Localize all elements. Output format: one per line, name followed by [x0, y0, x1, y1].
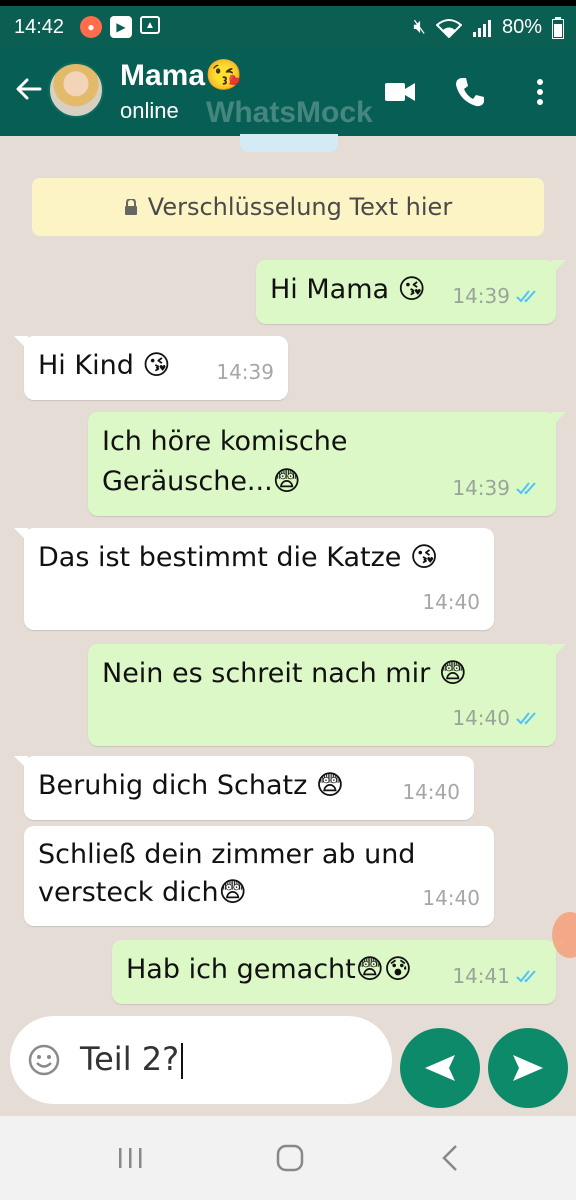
message-time: 14:39 — [452, 284, 510, 308]
message-bubble-incoming[interactable]: Hi Kind 😘 14:39 — [14, 336, 288, 400]
send-button[interactable] — [488, 1028, 568, 1108]
wifi-icon — [435, 18, 462, 38]
message-time: 14:39 — [216, 360, 274, 384]
read-ticks-icon — [516, 712, 536, 725]
battery-icon — [552, 16, 564, 39]
message-bubble-outgoing[interactable]: Nein es schreit nach mir 😨 14:40 — [88, 644, 566, 746]
message-bubble-incoming[interactable]: Beruhig dich Schatz 😨 14:40 — [14, 756, 474, 820]
date-chip — [240, 134, 338, 152]
more-options-icon[interactable] — [522, 74, 558, 110]
android-nav-bar — [0, 1116, 576, 1200]
encryption-notice[interactable]: Verschlüsselung Text hier — [32, 178, 544, 236]
youtube-icon: ▶ — [110, 16, 132, 38]
contact-emoji: 😘 — [205, 59, 243, 92]
message-text: Nein es schreit nach mir 😨 — [102, 658, 467, 689]
message-bubble-incoming[interactable]: Das ist bestimmt die Katze 😘 14:40 — [14, 528, 494, 630]
screen-record-icon: ● — [80, 16, 102, 38]
signal-icon — [472, 19, 491, 37]
message-time: 14:40 — [422, 590, 480, 614]
text-caret — [181, 1043, 184, 1079]
status-bar: 14:42 ● ▶ ▲ 🔇︎ 80% — [0, 0, 576, 50]
chat-area[interactable]: Verschlüsselung Text hier Hi Mama 😘 14:3… — [0, 134, 576, 1016]
contact-avatar[interactable] — [48, 62, 104, 118]
message-time: 14:40 — [402, 780, 460, 804]
gallery-icon: ▲ — [140, 16, 160, 34]
watermark: WhatsMock — [206, 96, 373, 129]
read-ticks-icon — [516, 482, 536, 495]
input-value: Teil 2? — [80, 1040, 180, 1078]
back-nav-icon[interactable] — [434, 1140, 470, 1176]
message-input-bar: Teil 2? — [0, 1012, 576, 1116]
message-bubble-outgoing[interactable]: Hab ich gemacht😨😰 14:41 — [112, 940, 566, 1004]
home-icon[interactable] — [272, 1140, 308, 1176]
message-time: 14:39 — [452, 476, 510, 500]
contact-name-text: Mama — [120, 59, 206, 92]
message-text: Ich höre komische Geräusche...😨 — [102, 426, 348, 497]
message-bubble-incoming[interactable]: Schließ dein zimmer ab und versteck dich… — [24, 826, 494, 926]
message-time: 14:40 — [452, 706, 510, 730]
message-input[interactable]: Teil 2? — [10, 1016, 392, 1104]
read-ticks-icon — [516, 290, 536, 303]
back-arrow-icon[interactable] — [12, 72, 46, 106]
send-left-icon — [425, 1055, 455, 1081]
encryption-text: Verschlüsselung Text hier — [147, 193, 453, 221]
message-text: Das ist bestimmt die Katze 😘 — [38, 542, 439, 573]
message-time: 14:41 — [452, 964, 510, 988]
message-text: Schließ dein zimmer ab und versteck dich… — [38, 839, 416, 908]
send-left-button[interactable] — [400, 1028, 480, 1108]
video-call-icon[interactable] — [382, 74, 418, 110]
status-time: 14:42 — [14, 16, 65, 38]
chat-header: Mama😘 online WhatsMock — [0, 50, 576, 136]
message-time: 14:40 — [422, 886, 480, 910]
contact-status: online — [120, 98, 179, 123]
lock-icon — [124, 199, 137, 215]
read-ticks-icon — [516, 970, 536, 983]
send-icon — [513, 1055, 543, 1081]
battery-text: 80% — [501, 16, 542, 38]
phone-call-icon[interactable] — [452, 74, 488, 110]
message-bubble-outgoing[interactable]: Hi Mama 😘 14:39 — [256, 260, 566, 324]
message-bubble-outgoing[interactable]: Ich höre komische Geräusche...😨 14:39 — [88, 412, 566, 516]
message-text: Beruhig dich Schatz 😨 — [38, 770, 344, 801]
mute-icon: 🔇︎ — [413, 16, 426, 38]
contact-name[interactable]: Mama😘 — [120, 58, 242, 93]
emoji-icon[interactable] — [28, 1044, 60, 1076]
recent-apps-icon[interactable] — [112, 1140, 148, 1176]
